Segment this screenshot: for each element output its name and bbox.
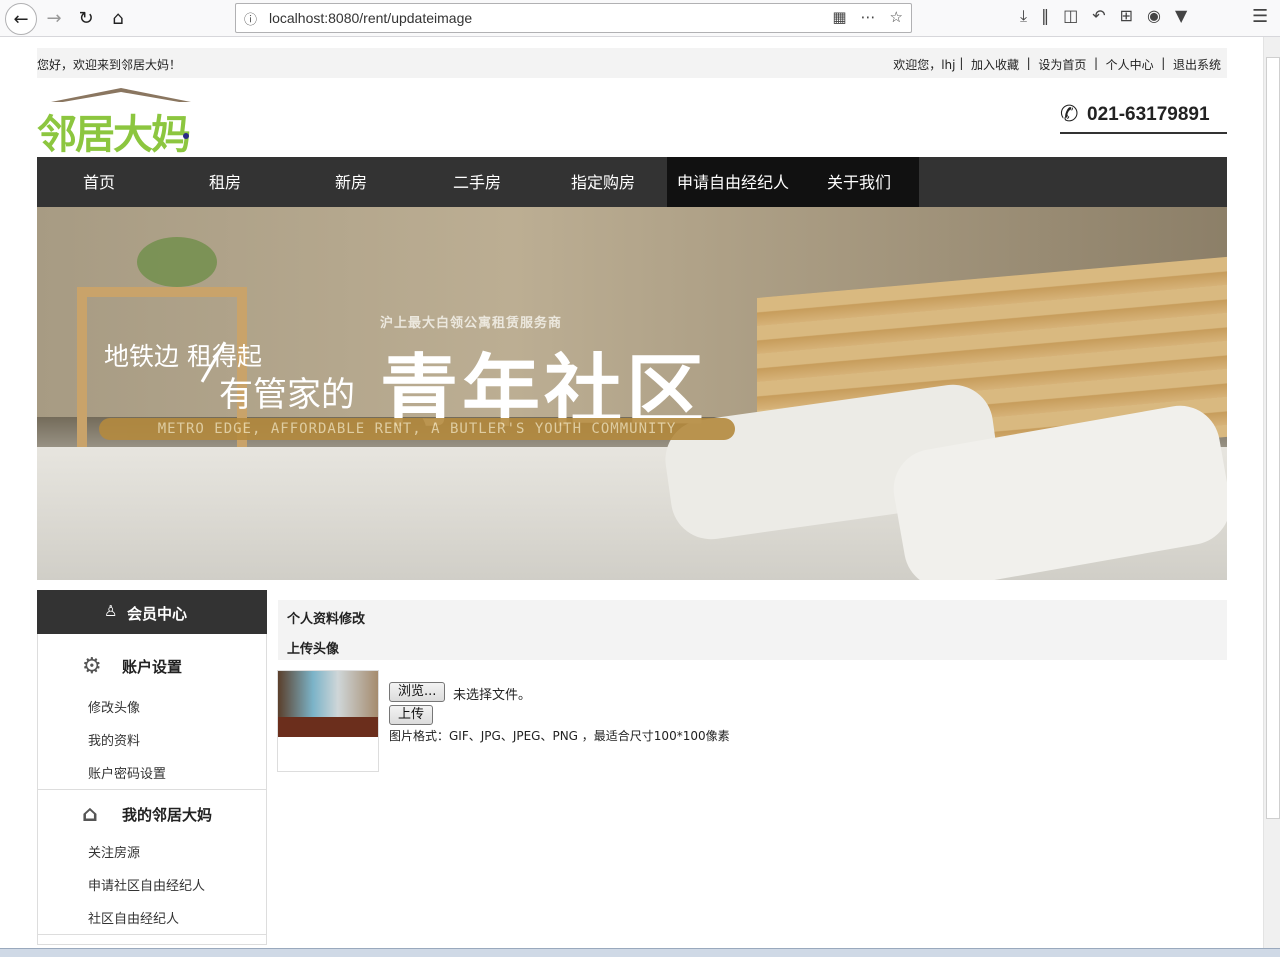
- info-icon[interactable]: ⓘ: [244, 9, 260, 28]
- gear-icon: ⚙: [82, 654, 102, 679]
- phone-number: 021-63179891: [1087, 104, 1210, 125]
- banner-line2: 有管家的: [219, 375, 355, 415]
- hotline: ✆ 021-63179891: [1060, 100, 1227, 134]
- library-icon[interactable]: ‖: [1041, 6, 1049, 26]
- member-center-header: ♙ 会员中心: [37, 590, 267, 634]
- user-greeting: 欢迎您，lhj: [893, 58, 956, 72]
- reload-button[interactable]: ↻: [72, 4, 100, 32]
- nav-apply-agent[interactable]: 申请自由经纪人: [667, 157, 799, 207]
- content-header: 个人资料修改 上传头像: [278, 600, 1227, 660]
- upload-button[interactable]: 上传: [389, 705, 434, 725]
- logout-link[interactable]: 退出系统: [1173, 56, 1221, 73]
- sidebar-item-password[interactable]: 账户密码设置: [88, 763, 166, 782]
- chat-icon[interactable]: ◉: [1147, 6, 1161, 26]
- undo-icon[interactable]: ↶: [1092, 6, 1105, 26]
- bookmark-star-icon[interactable]: ☆: [890, 8, 903, 26]
- sidebar-item-change-avatar[interactable]: 修改头像: [88, 697, 140, 716]
- page-actions-icon[interactable]: ⋯: [861, 8, 876, 26]
- browse-button[interactable]: 浏览...: [389, 682, 446, 702]
- sidebar-menu: ⚙ 账户设置 修改头像 我的资料 账户密码设置 ⌂ 我的邻居大妈 关注房源 申请…: [37, 634, 267, 945]
- nav-second-hand[interactable]: 二手房: [435, 157, 519, 207]
- browser-toolbar: ← → ↻ ⌂ ⓘ localhost:8080/rent/updateimag…: [0, 0, 1280, 37]
- nav-about-us[interactable]: 关于我们: [799, 157, 919, 207]
- section-subtitle: 上传头像: [287, 642, 340, 657]
- forward-button[interactable]: →: [40, 4, 68, 32]
- sidebar-item-apply-agent[interactable]: 申请社区自由经纪人: [88, 875, 205, 894]
- crop-icon[interactable]: ⊞: [1120, 6, 1133, 26]
- sidebar-item-followed-houses[interactable]: 关注房源: [88, 842, 140, 861]
- logo-text: 邻居大妈: [37, 112, 191, 158]
- banner-english: METRO EDGE, AFFORDABLE RENT, A BUTLER'S …: [99, 418, 735, 440]
- nav-designated-purchase[interactable]: 指定购房: [561, 157, 645, 207]
- download-icon[interactable]: ⤓: [1020, 6, 1027, 26]
- nav-new-house[interactable]: 新房: [309, 157, 393, 207]
- scrollbar-thumb[interactable]: [1266, 57, 1280, 819]
- sidebar-item-community-agent[interactable]: 社区自由经纪人: [88, 908, 179, 927]
- site-logo[interactable]: 邻居大妈: [37, 88, 207, 158]
- top-info-bar: 您好，欢迎来到邻居大妈！ 欢迎您，lhj | 加入收藏 | 设为首页 | 个人中…: [37, 48, 1227, 78]
- sidebar-icon[interactable]: ◫: [1063, 6, 1078, 26]
- home-button[interactable]: ⌂: [104, 4, 132, 32]
- user-icon: ♙: [104, 602, 118, 620]
- hamburger-menu-icon[interactable]: ☰: [1252, 6, 1268, 27]
- page-title: 个人资料修改: [287, 612, 366, 627]
- back-button[interactable]: ←: [5, 3, 37, 35]
- hero-banner: 沪上最大白领公寓租赁服务商 地铁边 租得起 有管家的 青年社区 METRO ED…: [37, 207, 1227, 580]
- format-note: 图片格式：GIF、JPG、JPEG、PNG ，最适合尺寸100*100像素: [389, 729, 730, 743]
- page-scrollbar[interactable]: [1263, 37, 1280, 948]
- phone-icon: ✆: [1060, 102, 1079, 127]
- dropdown-icon[interactable]: ▼: [1175, 6, 1187, 26]
- add-favorite-link[interactable]: 加入收藏: [971, 56, 1019, 73]
- welcome-text: 您好，欢迎来到邻居大妈！: [37, 58, 182, 72]
- main-nav: 首页 租房 新房 二手房 指定购房 申请自由经纪人 关于我们: [37, 157, 1227, 207]
- sidebar-item-my-profile[interactable]: 我的资料: [88, 730, 140, 749]
- address-bar[interactable]: ⓘ localhost:8080/rent/updateimage ▦ ⋯ ☆: [235, 3, 912, 33]
- avatar-preview: [277, 670, 379, 772]
- personal-center-link[interactable]: 个人中心: [1106, 56, 1154, 73]
- nav-home[interactable]: 首页: [57, 157, 141, 207]
- file-status: 未选择文件。: [453, 688, 532, 703]
- nav-rent[interactable]: 租房: [183, 157, 267, 207]
- house-icon: ⌂: [82, 802, 98, 827]
- set-homepage-link[interactable]: 设为首页: [1038, 56, 1086, 73]
- qr-code-icon[interactable]: ▦: [832, 8, 846, 26]
- url-text[interactable]: localhost:8080/rent/updateimage: [269, 10, 472, 26]
